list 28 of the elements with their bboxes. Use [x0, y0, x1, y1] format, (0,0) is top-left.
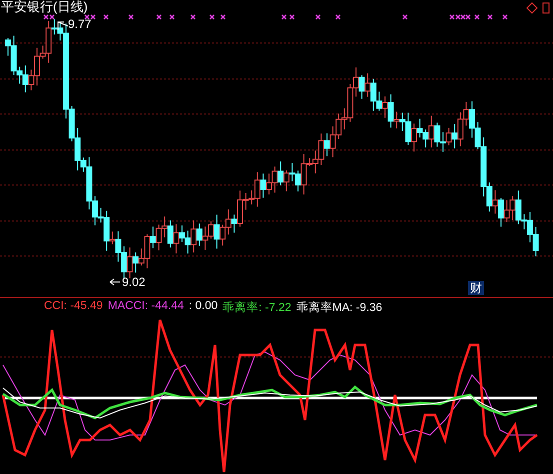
cross-mark	[103, 14, 109, 20]
cross-mark	[220, 14, 226, 20]
cross-mark	[128, 14, 134, 20]
square-icon	[542, 2, 550, 14]
low-price-label: 9.02	[122, 275, 146, 289]
cross-mark	[190, 14, 196, 20]
indicator-value: 乖离率: -7.22	[222, 300, 292, 315]
cross-mark	[402, 14, 408, 20]
cross-mark	[474, 14, 480, 20]
pointer-arrow	[110, 278, 120, 286]
cross-mark	[209, 14, 215, 20]
diamond-icon	[526, 2, 538, 14]
cross-mark	[502, 14, 508, 20]
cross-mark	[156, 14, 162, 20]
cross-mark	[169, 14, 175, 20]
chart-title: 平安银行(日线)	[1, 0, 88, 14]
cross-mark	[281, 14, 287, 20]
indicator-value: 乖离率MA: -9.36	[296, 300, 382, 315]
cross-mark	[315, 14, 321, 20]
cross-mark	[289, 14, 295, 20]
indicator-value: : 0.00	[188, 300, 218, 314]
pointer-arrow	[58, 22, 68, 30]
finance-badge[interactable]: 财	[468, 281, 484, 295]
indicator-value: MACCI: -44.44	[108, 300, 184, 314]
indicator-value: CCI: -45.49	[44, 300, 103, 314]
cross-mark	[487, 14, 493, 20]
cross-mark	[335, 14, 341, 20]
high-price-label: 9.77	[68, 17, 92, 31]
